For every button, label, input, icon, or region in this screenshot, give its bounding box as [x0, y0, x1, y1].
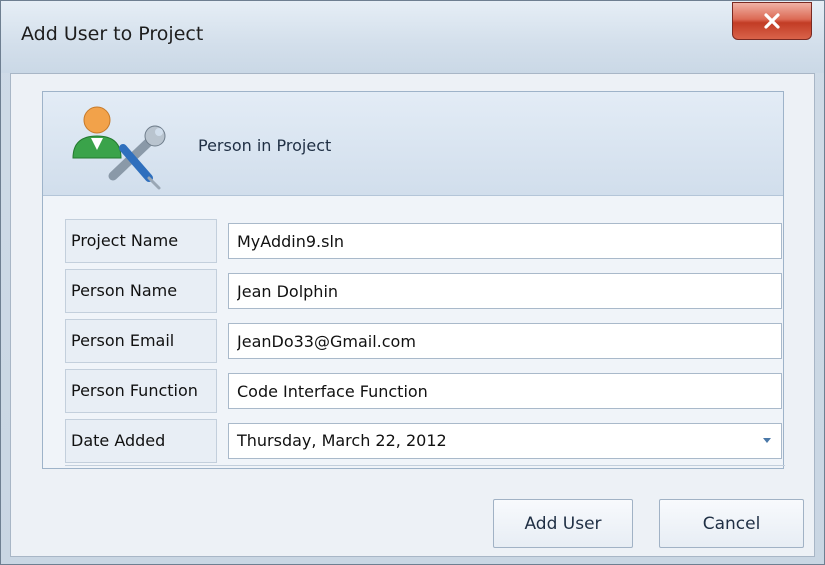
- person-function-field[interactable]: [228, 373, 782, 409]
- person-in-project-group: Person in Project Project Name Person Na…: [42, 91, 785, 469]
- group-caption: Person in Project: [198, 136, 332, 155]
- date-added-dropdown[interactable]: Thursday, March 22, 2012: [228, 423, 782, 459]
- dialog-client-area: Person in Project Project Name Person Na…: [10, 73, 815, 557]
- person-name-label: Person Name: [65, 269, 217, 313]
- close-icon: [764, 13, 780, 29]
- person-name-field[interactable]: [228, 273, 782, 309]
- user-form: Project Name Person Name Person Email Pe…: [65, 219, 785, 469]
- date-added-value: Thursday, March 22, 2012: [237, 431, 447, 450]
- window-title: Add User to Project: [21, 23, 204, 45]
- form-row-person-name: Person Name: [65, 269, 785, 315]
- form-divider: [65, 465, 785, 470]
- form-row-person-function: Person Function: [65, 369, 785, 415]
- person-email-field[interactable]: [228, 323, 782, 359]
- form-row-project-name: Project Name: [65, 219, 785, 265]
- form-row-date-added: Date Added Thursday, March 22, 2012: [65, 419, 785, 465]
- user-tools-icon: [72, 106, 166, 190]
- close-button[interactable]: [732, 2, 812, 40]
- project-name-label: Project Name: [65, 219, 217, 263]
- person-email-label: Person Email: [65, 319, 217, 363]
- title-bar[interactable]: Add User to Project: [1, 1, 824, 73]
- form-row-person-email: Person Email: [65, 319, 785, 365]
- cancel-button[interactable]: Cancel: [659, 499, 804, 548]
- date-added-label: Date Added: [65, 419, 217, 463]
- project-name-field[interactable]: [228, 223, 782, 259]
- add-user-button[interactable]: Add User: [493, 499, 633, 548]
- chevron-down-icon[interactable]: [763, 438, 771, 443]
- person-function-label: Person Function: [65, 369, 217, 413]
- group-header: Person in Project: [43, 92, 783, 196]
- dialog-window: Add User to Project Person in Project Pr…: [0, 0, 825, 565]
